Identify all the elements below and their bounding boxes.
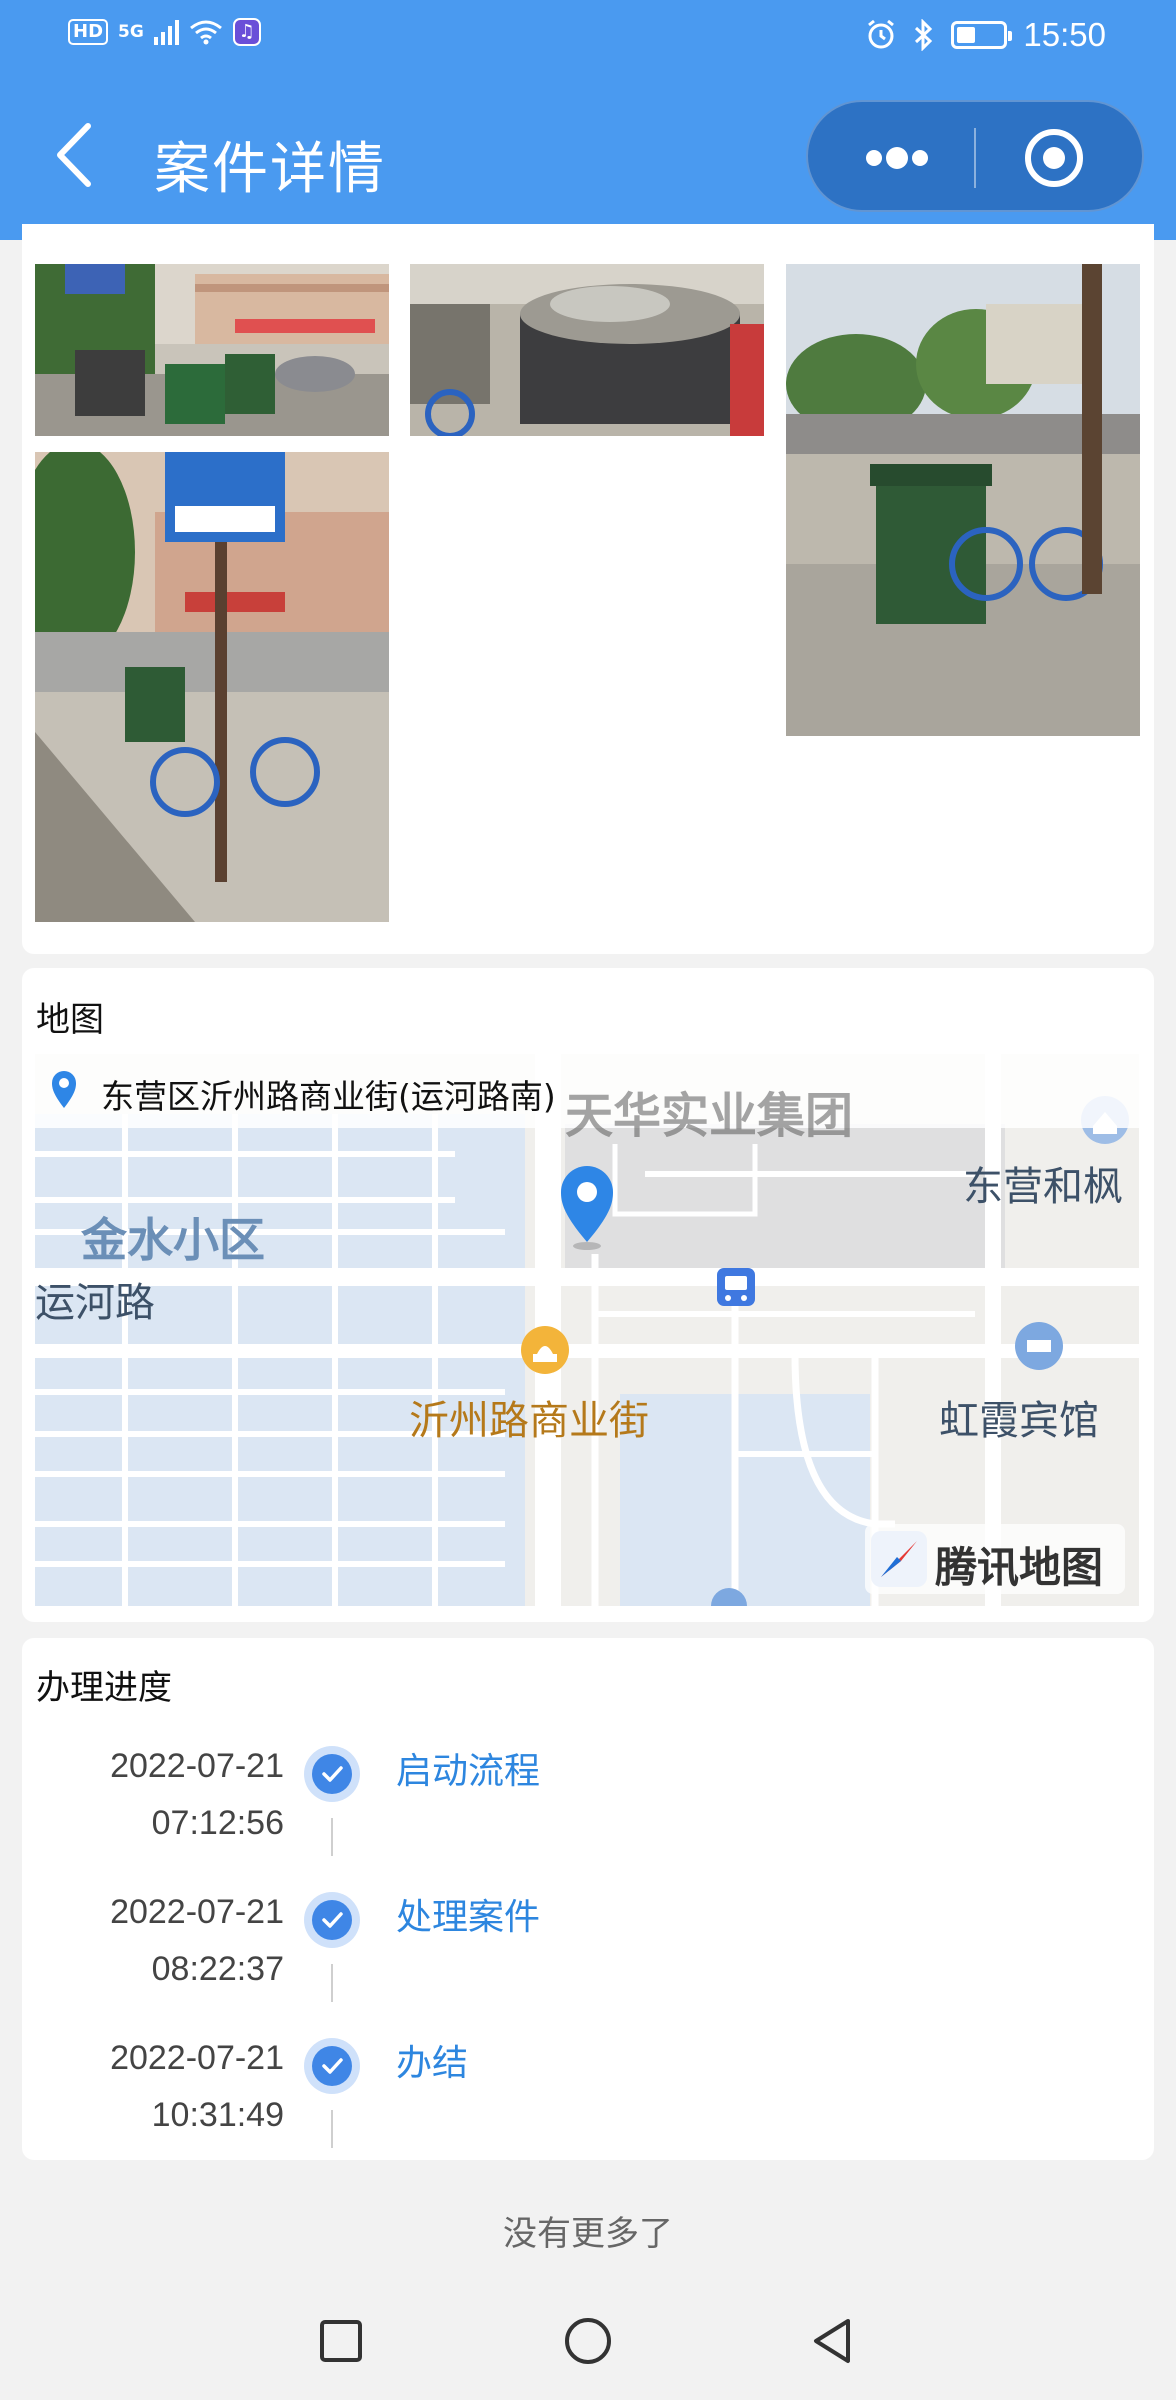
map-card: 地图 东营区沂州路商业街(运河路南) 天华实业集团 东营和枫 金水小区 运河路 … xyxy=(22,968,1154,1622)
bus-stop-icon xyxy=(717,1268,755,1306)
app-header: HD 5G ♫ 15:50 案件详情 xyxy=(0,0,1176,240)
progress-card: 办理进度 2022-07-21 07:12:56 启动流程 2022-07-21… xyxy=(22,1638,1154,2160)
network-type-label: 5G xyxy=(118,22,144,42)
capsule-divider xyxy=(974,128,976,188)
case-photo-4[interactable] xyxy=(35,452,389,922)
timeline-time: 07:12:56 xyxy=(151,1804,284,1842)
signal-icon xyxy=(153,19,179,45)
map-label-yunhe-road: 运河路 xyxy=(35,1280,155,1326)
timeline-time: 10:31:49 xyxy=(151,2096,284,2134)
timeline-step-label: 处理案件 xyxy=(396,1897,541,1938)
music-app-icon: ♫ xyxy=(232,18,261,46)
shopping-poi-icon xyxy=(521,1326,569,1374)
tencent-map-logo-icon xyxy=(871,1531,927,1587)
case-photo-1[interactable] xyxy=(35,264,389,436)
map-brand-logo: 腾讯地图 xyxy=(865,1524,1125,1594)
map-address: 东营区沂州路商业街(运河路南) xyxy=(101,1077,556,1116)
map-section-title: 地图 xyxy=(36,1000,104,1040)
status-bar: HD 5G ♫ 15:50 xyxy=(0,0,1176,72)
alarm-icon xyxy=(868,19,895,49)
timeline-item: 2022-07-21 10:31:49 办结 xyxy=(22,2030,1154,2150)
system-nav-bar xyxy=(0,2276,1176,2400)
check-circle-icon xyxy=(304,1746,360,1802)
case-photo-2[interactable] xyxy=(410,264,764,436)
chevron-left-icon[interactable] xyxy=(52,120,96,190)
status-time: 15:50 xyxy=(1023,16,1106,53)
timeline-item: 2022-07-21 08:22:37 处理案件 xyxy=(22,1884,1154,2004)
photos-card xyxy=(22,224,1154,954)
timeline-connector xyxy=(331,1964,333,2002)
circle-home-icon[interactable] xyxy=(563,2316,613,2366)
timeline-datetime: 2022-07-21 08:22:37 xyxy=(110,1884,284,1998)
map-brand-text: 腾讯地图 xyxy=(935,1543,1104,1592)
progress-section-title: 办理进度 xyxy=(36,1668,172,1708)
map-label-yizhou-street: 沂州路商业街 xyxy=(409,1398,649,1444)
map-view[interactable]: 东营区沂州路商业街(运河路南) 天华实业集团 东营和枫 金水小区 运河路 沂州路… xyxy=(35,1054,1139,1606)
case-photo-3[interactable] xyxy=(786,264,1140,736)
more-dots-icon[interactable] xyxy=(852,128,942,188)
timeline-connector xyxy=(331,2110,333,2148)
timeline-item: 2022-07-21 07:12:56 启动流程 xyxy=(22,1738,1154,1858)
map-label-jinshui: 金水小区 xyxy=(81,1213,265,1267)
battery-icon xyxy=(951,21,1013,49)
check-circle-icon xyxy=(304,2038,360,2094)
map-label-top-group: 天华实业集团 xyxy=(565,1088,854,1144)
timeline-date: 2022-07-21 xyxy=(110,1747,284,1785)
timeline-step-label: 办结 xyxy=(396,2043,469,2084)
map-label-hongxia-hotel: 虹霞宾馆 xyxy=(939,1398,1099,1444)
map-label-donging-hefeng: 东营和枫 xyxy=(963,1164,1123,1210)
timeline-date: 2022-07-21 xyxy=(110,1893,284,1931)
bluetooth-icon xyxy=(915,19,933,51)
no-more-text: 没有更多了 xyxy=(503,2214,673,2254)
page-title: 案件详情 xyxy=(154,137,386,202)
hotel-poi-icon xyxy=(1015,1322,1063,1370)
location-pin-small-icon xyxy=(52,1071,76,1108)
target-circle-icon[interactable] xyxy=(1022,126,1086,190)
timeline-date: 2022-07-21 xyxy=(110,2039,284,2077)
timeline-connector xyxy=(331,1818,333,1856)
wifi-icon xyxy=(189,20,222,45)
square-recents-icon[interactable] xyxy=(316,2316,366,2366)
timeline-datetime: 2022-07-21 10:31:49 xyxy=(110,2030,284,2144)
timeline-step-label: 启动流程 xyxy=(396,1751,541,1792)
check-circle-icon xyxy=(304,1892,360,1948)
mini-program-capsule xyxy=(806,100,1144,212)
triangle-back-icon[interactable] xyxy=(808,2316,858,2366)
timeline-datetime: 2022-07-21 07:12:56 xyxy=(110,1738,284,1852)
hd-badge: HD xyxy=(68,19,109,45)
timeline-time: 08:22:37 xyxy=(151,1950,284,1988)
